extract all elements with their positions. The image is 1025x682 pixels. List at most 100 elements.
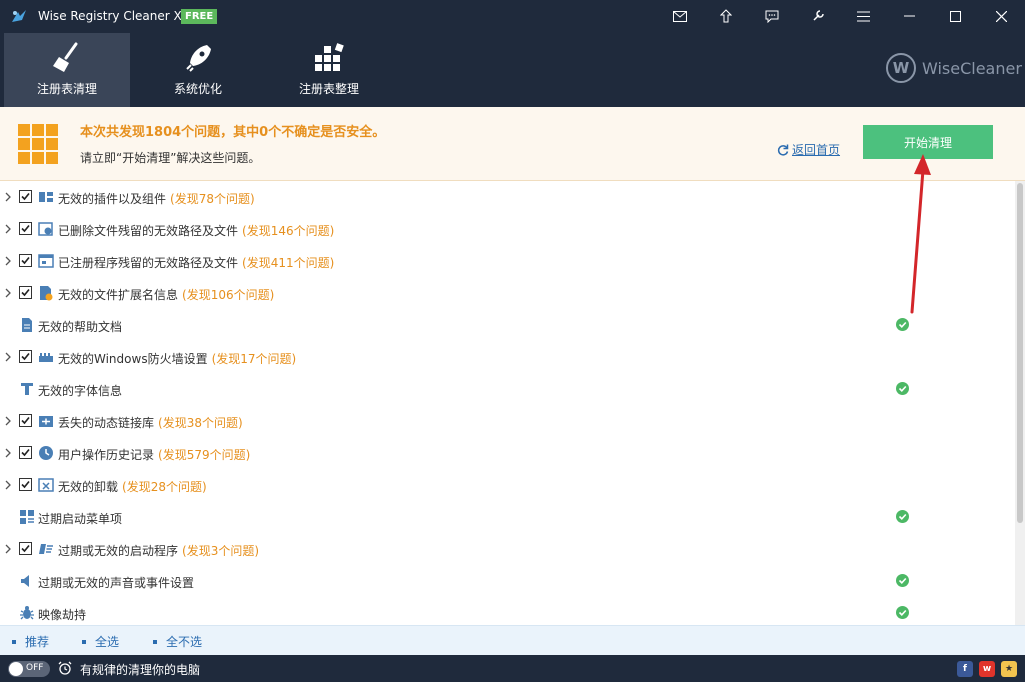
firewall-icon xyxy=(39,353,53,362)
tab-label: 注册表整理 xyxy=(298,82,359,96)
item-checkbox[interactable] xyxy=(19,446,32,459)
select-all-link[interactable]: 全选 xyxy=(82,633,119,650)
broom-icon xyxy=(53,42,78,72)
facebook-icon[interactable]: f xyxy=(957,661,973,677)
list-item[interactable]: 无效的卸载 (发现28个问题) xyxy=(0,469,1015,501)
item-count: (发现28个问题) xyxy=(122,480,207,494)
list-item[interactable]: 过期或无效的声音或事件设置 xyxy=(0,565,1015,597)
maximize-button[interactable] xyxy=(935,0,975,32)
chevron-right-icon[interactable] xyxy=(4,544,12,554)
alarm-clock-icon xyxy=(58,661,72,675)
item-checkbox[interactable] xyxy=(19,542,32,555)
list-item[interactable]: 过期启动菜单项 xyxy=(0,501,1015,533)
back-home-label: 返回首页 xyxy=(792,143,841,157)
scan-summary: 本次共发现1804个问题，其中0个不确定是否安全。 xyxy=(80,125,386,140)
list-item[interactable]: 无效的字体信息 xyxy=(0,373,1015,405)
item-label: 无效的卸载 (发现28个问题) xyxy=(58,480,207,494)
ok-status xyxy=(896,574,909,587)
list-item[interactable]: 已注册程序残留的无效路径及文件 (发现411个问题) xyxy=(0,245,1015,277)
item-checkbox[interactable] xyxy=(19,222,32,235)
check-icon xyxy=(21,416,30,425)
chevron-right-icon[interactable] xyxy=(4,256,12,266)
uninstall-icon xyxy=(38,478,54,492)
mail-icon xyxy=(673,10,687,22)
list-scrollbar[interactable] xyxy=(1015,181,1025,625)
chevron-right-icon[interactable] xyxy=(4,224,12,234)
recommend-link[interactable]: 推荐 xyxy=(12,633,49,650)
skin-button[interactable] xyxy=(798,0,838,32)
checkmark-icon xyxy=(898,513,907,520)
chevron-right-icon[interactable] xyxy=(4,352,12,362)
list-item[interactable]: 用户操作历史记录 (发现579个问题) xyxy=(0,437,1015,469)
list-item[interactable]: 无效的Windows防火墙设置 (发现17个问题) xyxy=(0,341,1015,373)
list-item[interactable]: 已删除文件残留的无效路径及文件 (发现146个问题) xyxy=(0,213,1015,245)
chevron-right-icon[interactable] xyxy=(4,416,12,426)
item-count: (发现38个问题) xyxy=(158,416,243,430)
list-item[interactable]: 无效的帮助文档 xyxy=(0,309,1015,341)
item-label: 无效的Windows防火墙设置 (发现17个问题) xyxy=(58,352,297,366)
chevron-right-icon[interactable] xyxy=(4,480,12,490)
upgrade-button[interactable] xyxy=(706,0,746,32)
bullet-icon xyxy=(82,639,86,644)
item-label: 已删除文件残留的无效路径及文件 (发现146个问题) xyxy=(58,224,335,238)
list-item[interactable]: 无效的插件以及组件 (发现78个问题) xyxy=(0,181,1015,213)
item-label: 无效的插件以及组件 (发现78个问题) xyxy=(58,192,255,206)
check-icon xyxy=(21,192,30,201)
item-checkbox[interactable] xyxy=(19,414,32,427)
weibo-icon[interactable]: w xyxy=(979,661,995,677)
check-icon xyxy=(21,352,30,361)
item-checkbox[interactable] xyxy=(19,350,32,363)
font-icon xyxy=(21,383,33,395)
check-icon xyxy=(21,288,30,297)
minimize-button[interactable] xyxy=(889,0,929,32)
brand-name: WiseCleaner xyxy=(922,58,1022,78)
mail-button[interactable] xyxy=(660,0,700,32)
start-clean-button[interactable]: 开始清理 xyxy=(863,125,993,159)
item-label: 过期或无效的启动程序 (发现3个问题) xyxy=(58,544,260,558)
like-icon[interactable]: ★ xyxy=(1001,661,1017,677)
chevron-right-icon[interactable] xyxy=(4,288,12,298)
close-button[interactable] xyxy=(981,0,1021,32)
list-item[interactable]: 丢失的动态链接库 (发现38个问题) xyxy=(0,405,1015,437)
help-doc-icon xyxy=(22,318,32,332)
item-label: 过期启动菜单项 xyxy=(38,512,123,526)
program-window-icon xyxy=(38,254,54,268)
tab-registry-clean[interactable]: 注册表清理 xyxy=(4,33,130,107)
checkmark-icon xyxy=(898,385,907,392)
tab-system-optimize[interactable]: 系统优化 xyxy=(135,33,261,107)
item-count: (发现3个问题) xyxy=(182,544,260,558)
list-item[interactable]: 过期或无效的启动程序 (发现3个问题) xyxy=(0,533,1015,565)
deleted-file-icon xyxy=(38,222,53,236)
wisecleaner-brand[interactable]: W WiseCleaner xyxy=(886,53,1022,83)
chevron-right-icon[interactable] xyxy=(4,448,12,458)
select-none-label: 全不选 xyxy=(166,635,203,649)
top-header: Wise Registry Cleaner X FREE 注册表清理 系统优化 … xyxy=(0,0,1025,107)
menu-button[interactable] xyxy=(843,0,883,32)
scroll-thumb[interactable] xyxy=(1017,183,1023,523)
item-label: 无效的文件扩展名信息 (发现106个问题) xyxy=(58,288,275,302)
list-item[interactable]: 映像劫持 xyxy=(0,597,1015,625)
list-item[interactable]: 无效的文件扩展名信息 (发现106个问题) xyxy=(0,277,1015,309)
item-checkbox[interactable] xyxy=(19,286,32,299)
item-label: 无效的字体信息 xyxy=(38,384,123,398)
check-icon xyxy=(21,224,30,233)
item-count: (发现411个问题) xyxy=(242,256,335,270)
wrench-icon xyxy=(813,10,824,21)
tab-registry-defrag[interactable]: 注册表整理 xyxy=(266,33,392,107)
item-label: 过期或无效的声音或事件设置 xyxy=(38,576,195,590)
app-logo-icon xyxy=(12,10,26,22)
back-home-link[interactable]: 返回首页 xyxy=(777,141,840,158)
checkmark-icon xyxy=(898,609,907,616)
check-icon xyxy=(21,544,30,553)
item-checkbox[interactable] xyxy=(19,190,32,203)
schedule-toggle[interactable]: OFF xyxy=(8,661,50,677)
item-checkbox[interactable] xyxy=(19,254,32,267)
select-none-link[interactable]: 全不选 xyxy=(153,633,202,650)
item-checkbox[interactable] xyxy=(19,478,32,491)
item-label: 用户操作历史记录 (发现579个问题) xyxy=(58,448,251,462)
ok-status xyxy=(896,510,909,523)
select-all-label: 全选 xyxy=(95,635,120,649)
item-count: (发现17个问题) xyxy=(211,352,297,366)
feedback-button[interactable] xyxy=(752,0,792,32)
chevron-right-icon[interactable] xyxy=(4,192,12,202)
